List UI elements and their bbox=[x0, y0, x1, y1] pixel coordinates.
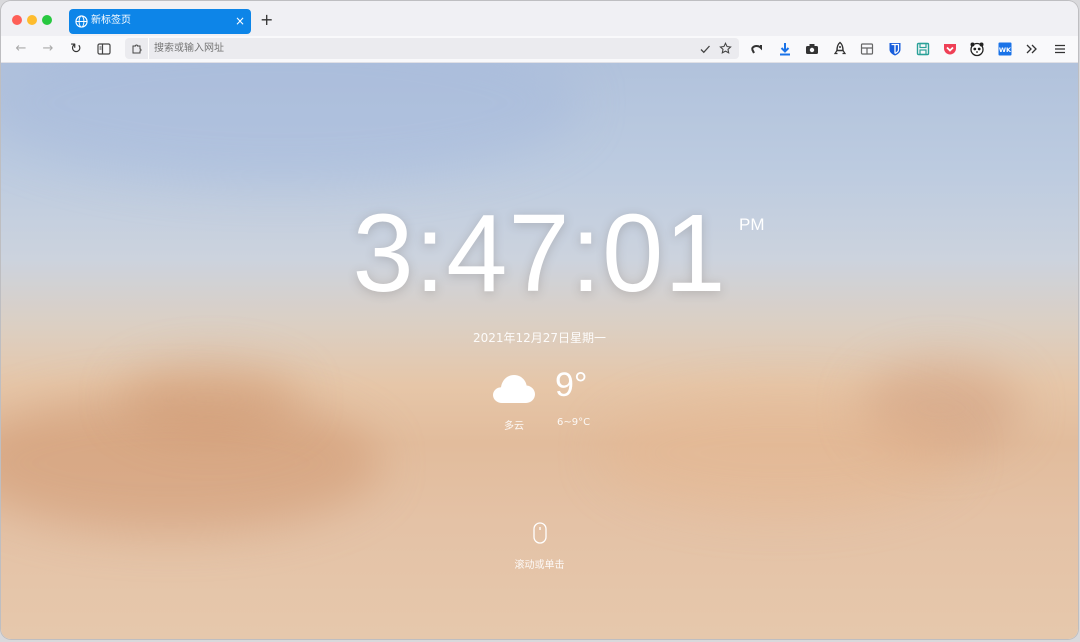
reload-button[interactable]: ↻ bbox=[67, 40, 85, 58]
tab-grid-icon[interactable] bbox=[859, 41, 875, 57]
clock-ampm: PM bbox=[739, 215, 765, 234]
tab-new-tab[interactable]: 新标签页 × bbox=[69, 9, 251, 34]
tab-title: 新标签页 bbox=[91, 15, 131, 26]
scroll-hint[interactable]: 滚动或单击 bbox=[1, 556, 1078, 571]
address-bar[interactable] bbox=[125, 38, 739, 59]
clock-date: 2021年12月27日星期一 bbox=[472, 331, 607, 345]
navigation-bar: ← → ↻ 搜索或输入网址 WK bbox=[1, 36, 1078, 63]
tab-close-icon[interactable]: × bbox=[235, 13, 245, 29]
bookmark-star-icon[interactable] bbox=[719, 42, 732, 55]
address-input[interactable] bbox=[154, 41, 674, 56]
pocket-icon[interactable] bbox=[942, 41, 958, 57]
save-icon[interactable] bbox=[915, 41, 931, 57]
window-maximize-button[interactable] bbox=[42, 15, 52, 25]
download-icon[interactable] bbox=[777, 41, 793, 57]
check-icon[interactable] bbox=[699, 43, 711, 55]
svg-text:WK: WK bbox=[999, 46, 1012, 54]
cloud-icon bbox=[493, 375, 535, 403]
new-tab-page[interactable]: 3:47:01 PM 2021年12月27日星期一 9° 多云 6~9°C 滚动… bbox=[1, 63, 1078, 639]
weather-condition: 多云 bbox=[504, 421, 524, 432]
panda-icon[interactable] bbox=[969, 41, 985, 57]
back-button[interactable]: ← bbox=[12, 40, 30, 58]
camera-icon[interactable] bbox=[804, 41, 820, 57]
wk-icon[interactable]: WK bbox=[997, 41, 1013, 57]
globe-icon bbox=[75, 15, 88, 28]
mouse-icon[interactable] bbox=[533, 522, 547, 544]
bitwarden-icon[interactable] bbox=[887, 41, 903, 57]
window-minimize-button[interactable] bbox=[27, 15, 37, 25]
forward-button[interactable]: → bbox=[39, 40, 57, 58]
divider bbox=[148, 38, 149, 59]
new-tab-button[interactable]: + bbox=[260, 10, 273, 30]
window-close-button[interactable] bbox=[12, 15, 22, 25]
background-blur bbox=[1, 63, 581, 183]
undo-icon[interactable] bbox=[749, 41, 765, 57]
rocket-icon[interactable] bbox=[832, 41, 848, 57]
clock-time: 3:47:01 bbox=[352, 192, 727, 315]
weather-range: 6~9°C bbox=[557, 417, 591, 428]
sidebar-icon[interactable] bbox=[95, 40, 113, 58]
background-blur bbox=[601, 393, 961, 513]
extension-puzzle-icon bbox=[132, 44, 142, 54]
browser-window: 新标签页 × + ← → ↻ 搜索或输入网址 WK 3:47:01 PM 202… bbox=[1, 1, 1078, 639]
background-blur bbox=[121, 363, 301, 433]
menu-icon[interactable] bbox=[1052, 41, 1068, 57]
tab-strip: 新标签页 × + bbox=[1, 1, 1078, 36]
weather-temperature: 9° bbox=[555, 366, 588, 404]
overflow-icon[interactable] bbox=[1024, 41, 1040, 57]
